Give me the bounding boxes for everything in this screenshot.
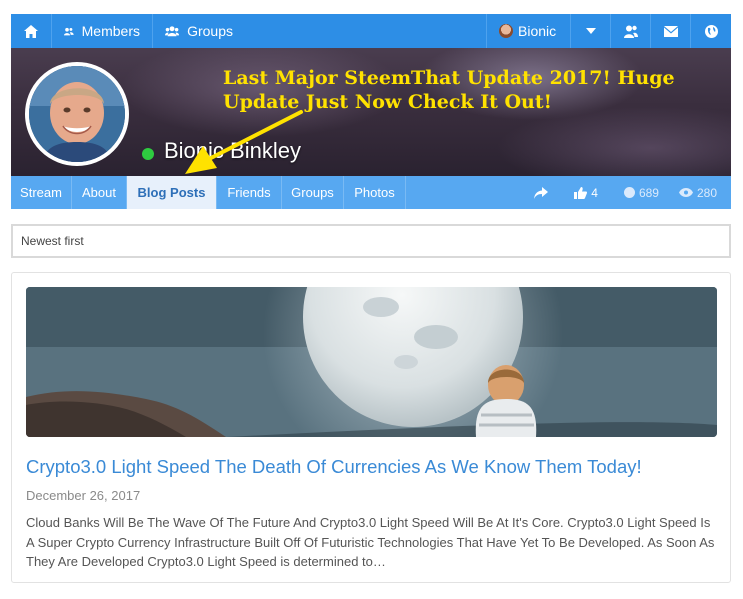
- tab-groups[interactable]: Groups: [282, 176, 344, 209]
- likes-count: 4: [591, 185, 598, 200]
- post-date: December 26, 2017: [26, 488, 141, 503]
- profile-tabs: Stream About Blog Posts Friends Groups P…: [11, 176, 731, 209]
- share-button[interactable]: [526, 176, 566, 209]
- user-avatar: [499, 24, 513, 38]
- points-count: 689: [638, 185, 659, 200]
- blog-post-card: Crypto3.0 Light Speed The Death Of Curre…: [11, 272, 731, 583]
- sort-selected-value: Newest first: [21, 234, 84, 248]
- tab-label: Groups: [291, 185, 334, 200]
- user-menu[interactable]: Bionic: [486, 14, 570, 48]
- globe-icon: [704, 24, 718, 38]
- moon-image: [26, 287, 717, 437]
- views-count: 280: [696, 185, 717, 200]
- annotation-arrow: [185, 110, 303, 174]
- tab-photos[interactable]: Photos: [344, 176, 406, 209]
- circle-icon: [623, 187, 635, 198]
- members-label: Members: [81, 23, 140, 39]
- tab-about[interactable]: About: [72, 176, 127, 209]
- tab-label: Photos: [354, 185, 395, 200]
- tab-label: Friends: [227, 185, 271, 200]
- tab-blog-posts[interactable]: Blog Posts: [127, 176, 217, 209]
- tab-friends[interactable]: Friends: [217, 176, 282, 209]
- profile-avatar[interactable]: [25, 62, 129, 166]
- users-icon: [64, 27, 74, 35]
- likes-stat[interactable]: 4: [566, 176, 606, 209]
- user-name: Bionic: [518, 23, 557, 39]
- post-featured-image[interactable]: [26, 287, 717, 437]
- sort-select[interactable]: Newest first: [11, 224, 731, 258]
- post-excerpt: Cloud Banks Will Be The Wave Of The Futu…: [26, 515, 715, 569]
- chevron-down-icon: [585, 28, 596, 34]
- groups-label: Groups: [187, 23, 233, 39]
- share-icon: [534, 186, 549, 199]
- messages-button[interactable]: [650, 14, 690, 48]
- profile-cover: Last Major SteemThat Update 2017! Huge U…: [11, 48, 731, 176]
- home-icon: [24, 24, 38, 38]
- tab-stream[interactable]: Stream: [11, 176, 72, 209]
- profile-photo: [29, 66, 125, 162]
- members-link[interactable]: Members: [52, 14, 153, 48]
- points-stat: 689: [606, 176, 667, 209]
- home-button[interactable]: [11, 14, 52, 48]
- thumbs-up-icon: [574, 186, 588, 199]
- envelope-icon: [663, 25, 678, 37]
- update-headline: Last Major SteemThat Update 2017! Huge U…: [223, 67, 675, 113]
- notifications-button[interactable]: [690, 14, 731, 48]
- post-title-link[interactable]: Crypto3.0 Light Speed The Death Of Curre…: [26, 456, 642, 478]
- group-icon: [165, 26, 180, 37]
- online-status-indicator: [142, 148, 154, 160]
- friends-icon: [623, 25, 638, 38]
- tab-label: Blog Posts: [137, 185, 206, 200]
- eye-icon: [678, 188, 693, 197]
- tab-label: Stream: [20, 185, 62, 200]
- groups-link[interactable]: Groups: [153, 14, 245, 48]
- tab-label: About: [82, 185, 116, 200]
- user-dropdown-button[interactable]: [570, 14, 610, 48]
- friend-requests-button[interactable]: [610, 14, 650, 48]
- top-navbar: Members Groups Bionic: [11, 14, 731, 48]
- views-stat: 280: [667, 176, 731, 209]
